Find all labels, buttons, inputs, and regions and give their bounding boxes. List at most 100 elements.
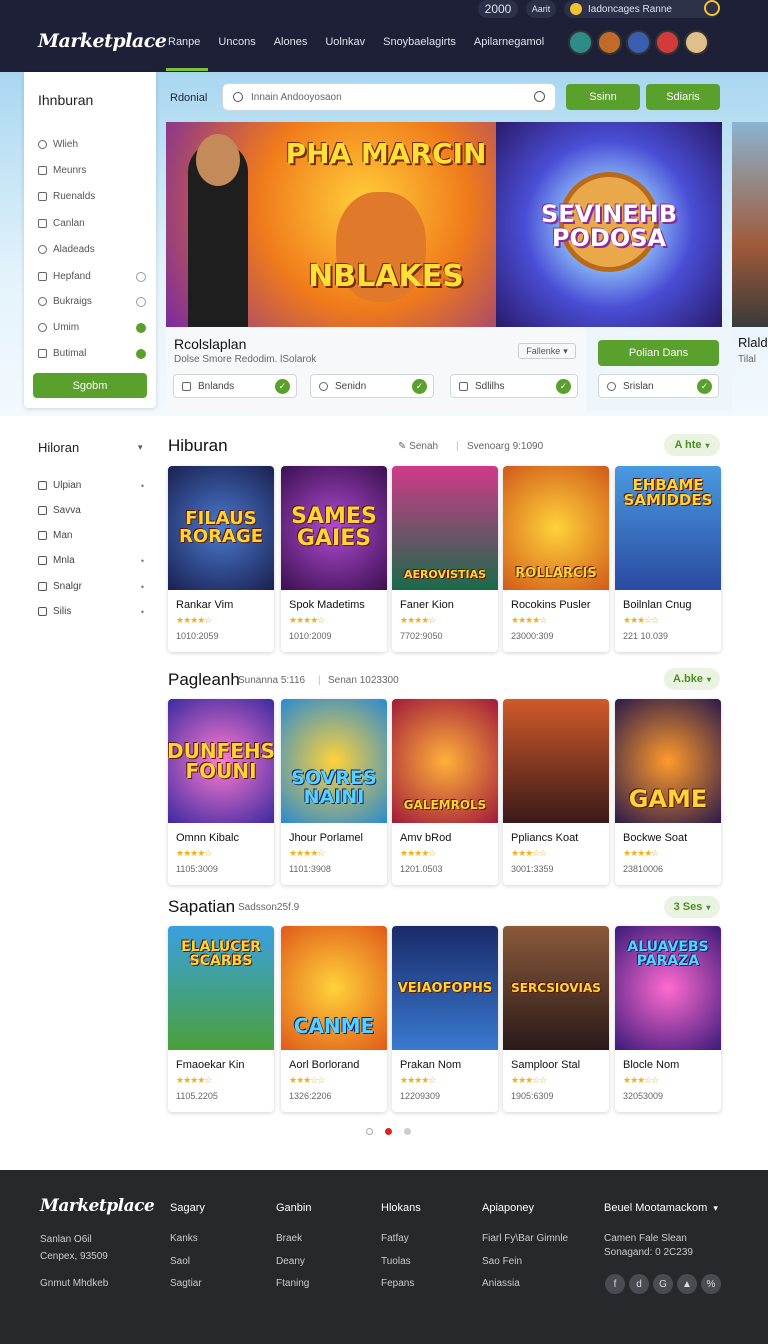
game-card[interactable]: GAME Bockwe Soat ★★★★☆ 23810006 — [615, 699, 721, 885]
left-nav-item[interactable]: Man — [38, 530, 144, 541]
sidebar-item[interactable]: Hepfand — [38, 271, 146, 282]
section-meta-2: Senan 1023300 — [328, 675, 399, 686]
footer-link[interactable]: Aniassia — [482, 1278, 520, 1289]
page-dot[interactable] — [366, 1128, 373, 1135]
discord-icon[interactable]: d — [629, 1274, 649, 1294]
radio-selected-icon[interactable] — [136, 322, 146, 333]
left-nav-item[interactable]: Mnla • — [38, 555, 144, 566]
footer-link[interactable]: Fepans — [381, 1278, 414, 1289]
game-card-image: DUNFEHS FOUNI — [168, 699, 274, 823]
game-card[interactable]: ELALUCER SCARBS Fmaoekar Kin ★★★★☆ 1105.220… — [168, 926, 274, 1112]
footer-text: Sonagand: 0 2C239 — [604, 1247, 693, 1258]
game-name: Bockwe Soat — [623, 832, 688, 844]
sidebar-item[interactable]: Butimal — [38, 348, 146, 359]
game-card[interactable]: EHBAME SAMIDDES Boilnlan Cnug ★★★☆☆ 221 10.… — [615, 466, 721, 652]
square-icon — [38, 506, 47, 515]
radio-icon[interactable] — [136, 296, 146, 307]
filter-chip[interactable]: Bnlands ✓ — [173, 374, 297, 398]
nav-item[interactable]: Apilarnegamol — [474, 36, 544, 48]
promo-side-chip[interactable]: Srislan ✓ — [598, 374, 719, 398]
google-icon[interactable]: G — [653, 1274, 673, 1294]
footer-link[interactable]: Tuolas — [381, 1256, 411, 1267]
sidebar-item[interactable]: Canlan — [38, 218, 146, 229]
section-more-button[interactable]: A hte ▾ — [664, 434, 720, 456]
section-more-button[interactable]: A.bke ▾ — [664, 668, 720, 690]
avatar[interactable] — [597, 30, 622, 55]
filter-chip[interactable]: Senidn ✓ — [310, 374, 434, 398]
main-search-input[interactable]: Innain Andooyosaon — [222, 83, 556, 111]
game-card[interactable]: DUNFEHS FOUNI Omnn Kibalc ★★★★☆ 1105:3009 — [168, 699, 274, 885]
game-card[interactable]: AEROVISTIAS Faner Kion ★★★★☆ 7702:9050 — [392, 466, 498, 652]
hero-banner-3-partial[interactable] — [732, 122, 768, 327]
section-more-button[interactable]: 3 Ses ▾ — [664, 896, 720, 918]
sidebar-item[interactable]: Ruenalds — [38, 191, 146, 202]
footer-link[interactable]: Ftaning — [276, 1278, 309, 1289]
hero-banner-2[interactable]: SEVINEHB PODOSA — [496, 122, 722, 327]
game-card[interactable]: ROLLARCIS Rocokins Pusler ★★★★☆ 23000:309 — [503, 466, 609, 652]
header-search[interactable]: Iadoncages Ranne — [564, 0, 720, 18]
game-card[interactable]: VEIAOFOPHS Prakan Nom ★★★★☆ 12209309 — [392, 926, 498, 1112]
game-card[interactable]: ALUAVEBS PARAZA Blocle Nom ★★★☆☆ 32053009 — [615, 926, 721, 1112]
avatar[interactable] — [655, 30, 680, 55]
left-nav-item[interactable]: Snalgr • — [38, 581, 144, 592]
sidebar-item[interactable]: Wlieh — [38, 139, 146, 150]
game-price: 1905:6309 — [511, 1091, 554, 1101]
left-nav-item[interactable]: Silis • — [38, 606, 144, 617]
notification-icon[interactable] — [704, 0, 720, 16]
nav-item[interactable]: Ranpe — [168, 36, 200, 48]
footer-link[interactable]: Fiarl Fy\Bar Gimnle — [482, 1233, 568, 1244]
radio-icon[interactable] — [136, 271, 146, 282]
game-card[interactable]: CANME Aorl Borlorand ★★★☆☆ 1326:2206 — [281, 926, 387, 1112]
promo-dropdown[interactable]: Fallenke ▾ — [518, 343, 576, 359]
game-card[interactable]: Ppliancs Koat ★★★☆☆ 3001:3359 — [503, 699, 609, 885]
footer-link[interactable]: Braek — [276, 1233, 302, 1244]
youtube-icon[interactable]: ▲ — [677, 1274, 697, 1294]
calendar-icon — [38, 272, 47, 281]
sidebar-item[interactable]: Aladeads — [38, 244, 146, 255]
left-nav-item[interactable]: Ulpian • — [38, 480, 144, 491]
nav-item[interactable]: Uolnkav — [325, 36, 365, 48]
avatar[interactable] — [568, 30, 593, 55]
page-dot[interactable] — [404, 1128, 411, 1135]
sidebar-action-button[interactable]: Sgobm — [33, 373, 147, 398]
game-card[interactable]: SERCSIOVIAS Samploor Stal ★★★☆☆ 1905:6309 — [503, 926, 609, 1112]
sidebar-item[interactable]: Bukraigs — [38, 296, 146, 307]
rating-stars: ★★★★☆ — [511, 615, 547, 625]
hero-banner-1[interactable]: PHA MARCIN NBLAKES — [166, 122, 496, 327]
footer-link[interactable]: Sagtiar — [170, 1278, 202, 1289]
page-dot-active[interactable] — [385, 1128, 392, 1135]
avatar[interactable] — [626, 30, 651, 55]
left-nav-item[interactable]: Savva — [38, 505, 144, 516]
avatar[interactable] — [684, 30, 709, 55]
nav-item[interactable]: Alones — [274, 36, 308, 48]
sidebar-item[interactable]: Meunrs — [38, 165, 146, 176]
footer-address: Sanlan O6il — [40, 1234, 92, 1245]
game-card[interactable]: FILAUS RORAGE Rankar Vim ★★★★☆ 1010:2059 — [168, 466, 274, 652]
top-button-1[interactable]: Ssinn — [566, 84, 640, 110]
search-submit-icon[interactable] — [534, 91, 545, 102]
nav-item[interactable]: Uncons — [218, 36, 255, 48]
radio-selected-icon[interactable] — [136, 348, 146, 359]
nav-item[interactable]: Snoybaelagirts — [383, 36, 456, 48]
game-card[interactable]: SAMES GAIES Spok Madetims ★★★★☆ 1010:2009 — [281, 466, 387, 652]
game-card[interactable]: GALEMROLS Amv bRod ★★★★☆ 1201.0503 — [392, 699, 498, 885]
footer-address: Gnmut Mhdkeb — [40, 1278, 109, 1289]
filter-chip[interactable]: Sdlilhs ✓ — [450, 374, 578, 398]
footer-link[interactable]: Kanks — [170, 1233, 198, 1244]
footer-link[interactable]: Fatfay — [381, 1233, 409, 1244]
rating-stars: ★★★★☆ — [623, 848, 659, 858]
top-button-2[interactable]: Sdiaris — [646, 84, 720, 110]
currency-badge[interactable]: Aarit — [526, 0, 556, 18]
game-card[interactable]: SOVRES NAINI Jhour Porlamel ★★★★☆ 1101:3908 — [281, 699, 387, 885]
footer-link[interactable]: Sao Fein — [482, 1256, 522, 1267]
facebook-icon[interactable]: f — [605, 1274, 625, 1294]
sidebar-item[interactable]: Umim — [38, 322, 146, 333]
footer-link[interactable]: Deany — [276, 1256, 305, 1267]
footer-logo[interactable]: Marketplace — [40, 1196, 155, 1216]
footer-col-heading[interactable]: Beuel Mootamackom ▾ — [604, 1202, 718, 1214]
share-icon[interactable]: % — [701, 1274, 721, 1294]
promo-side-button[interactable]: Polian Dans — [598, 340, 719, 366]
footer-link[interactable]: Saol — [170, 1256, 190, 1267]
chevron-down-icon[interactable]: ▾ — [138, 442, 143, 453]
brand-logo[interactable]: Marketplace — [38, 30, 167, 52]
